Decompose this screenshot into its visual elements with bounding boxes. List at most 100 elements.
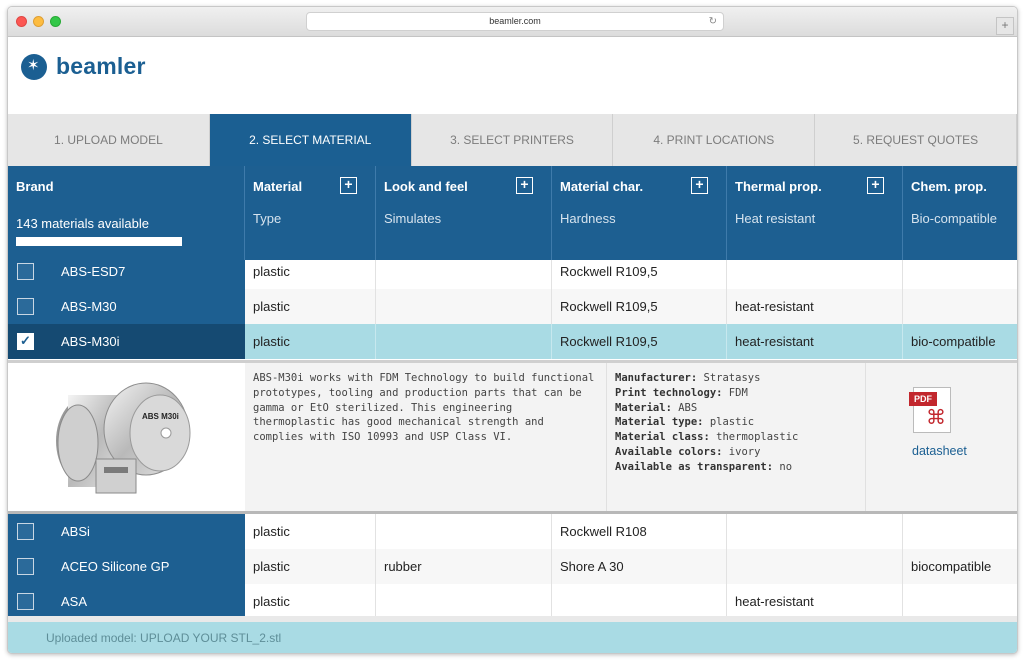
step-select-printers[interactable]: 3. SELECT PRINTERS — [412, 114, 614, 166]
hardness-cell: Shore A 30 — [552, 549, 727, 584]
site-header: beamler — [8, 38, 1017, 114]
char-filter-plus-icon[interactable]: + — [691, 177, 708, 194]
column-thermal-sub: Heat resistant — [735, 211, 816, 226]
heat-cell — [727, 514, 903, 549]
step-select-material[interactable]: 2. SELECT MATERIAL — [209, 114, 412, 166]
hardness-cell: Rockwell R109,5 — [552, 260, 727, 289]
table-header: Brand 143 materials available Material +… — [8, 166, 1017, 260]
brand-name: ABS-M30 — [61, 299, 117, 314]
row-checkbox[interactable] — [17, 298, 34, 315]
column-material-title: Material — [253, 179, 303, 194]
brand-name: ABS-ESD7 — [61, 264, 126, 279]
column-char-title: Material char. — [560, 179, 644, 194]
zoom-window-button[interactable] — [50, 16, 61, 27]
table-row[interactable]: ABSi plastic Rockwell R108 — [8, 514, 1017, 549]
logo-text: beamler — [56, 53, 146, 79]
close-window-button[interactable] — [16, 16, 27, 27]
minimize-window-button[interactable] — [33, 16, 44, 27]
simulates-cell: rubber — [376, 549, 552, 584]
material-detail-panel: ABS M30i ABS-M30i works with FDM Technol… — [8, 360, 1017, 514]
pdf-icon[interactable]: PDF ⌘ — [909, 387, 951, 433]
reload-icon[interactable]: ↻ — [709, 15, 717, 28]
row-checkbox[interactable] — [17, 593, 34, 610]
table-row[interactable]: ABS-ESD7 plastic Rockwell R109,5 — [8, 260, 1017, 289]
type-cell: plastic — [245, 584, 376, 616]
materials-table: ABS-ESD7 plastic Rockwell R109,5 ABS-M30… — [8, 260, 1017, 616]
row-checkbox[interactable] — [17, 558, 34, 575]
browser-window: beamler.com ↻ + beamler 1. UPLOAD MODEL … — [7, 6, 1018, 654]
column-look-sub: Simulates — [384, 211, 442, 226]
datasheet-link[interactable]: datasheet — [912, 444, 967, 458]
brand-name: ACEO Silicone GP — [61, 559, 170, 574]
table-row[interactable]: ASA plastic heat-resistant — [8, 584, 1017, 616]
table-row[interactable]: ACEO Silicone GP plastic rubber Shore A … — [8, 549, 1017, 584]
column-chem-title: Chem. prop. — [911, 179, 987, 194]
spec-label: Material: — [615, 401, 672, 414]
column-material: Material + Type — [245, 166, 376, 260]
simulates-cell — [376, 260, 552, 289]
spec-label: Material class: — [615, 431, 710, 444]
step-tabs: 1. UPLOAD MODEL 2. SELECT MATERIAL 3. SE… — [8, 114, 1017, 166]
type-cell: plastic — [245, 260, 376, 289]
spec-value: ABS — [678, 401, 698, 414]
datasheet-block: PDF ⌘ datasheet — [866, 363, 1017, 511]
step-print-locations[interactable]: 4. PRINT LOCATIONS — [613, 114, 816, 166]
material-specs: Manufacturer: Stratasys Print technology… — [607, 363, 866, 511]
bio-cell — [903, 514, 1017, 549]
spool-illustration: ABS M30i — [56, 382, 191, 494]
upload-status-footer: Uploaded model: UPLOAD YOUR STL_2.stl — [8, 616, 1017, 653]
hardness-cell: Rockwell R109,5 — [552, 324, 727, 359]
column-brand-title: Brand — [16, 179, 54, 194]
materials-count: 143 materials available — [16, 216, 149, 231]
row-checkbox[interactable] — [17, 263, 34, 280]
type-cell: plastic — [245, 324, 376, 359]
table-row[interactable]: ABS-M30 plastic Rockwell R109,5 heat-res… — [8, 289, 1017, 324]
browser-toolbar: beamler.com ↻ + — [8, 7, 1017, 37]
spec-label: Print technology: — [615, 386, 723, 399]
brand-cell: ABS-ESD7 — [8, 260, 245, 289]
url-text: beamler.com — [489, 16, 541, 26]
column-char: Material char. + Hardness — [552, 166, 727, 260]
bio-cell: bio-compatible — [911, 334, 996, 349]
simulates-cell — [376, 514, 552, 549]
brand-cell: ACEO Silicone GP — [8, 549, 245, 584]
spec-label: Material type: — [615, 416, 704, 429]
address-bar[interactable]: beamler.com ↻ — [306, 12, 724, 31]
logo[interactable]: beamler — [21, 53, 146, 80]
brand-cell: ABS-M30 — [8, 289, 245, 324]
brand-cell: ASA — [8, 584, 245, 616]
results-bar — [16, 237, 182, 246]
column-material-sub: Type — [253, 211, 282, 226]
spec-row: Print technology: FDM — [615, 386, 857, 401]
material-spool-image: ABS M30i — [8, 363, 245, 511]
brand-name: ABSi — [61, 524, 90, 539]
step-request-quotes[interactable]: 5. REQUEST QUOTES — [815, 114, 1017, 166]
simulates-cell — [376, 324, 552, 359]
spec-value: plastic — [709, 416, 755, 429]
bio-cell: biocompatible — [911, 559, 992, 574]
spec-value: thermoplastic — [716, 431, 799, 444]
hardness-cell — [552, 584, 727, 616]
material-filter-plus-icon[interactable]: + — [340, 177, 357, 194]
new-tab-button[interactable]: + — [996, 17, 1014, 35]
thermal-filter-plus-icon[interactable]: + — [867, 177, 884, 194]
heat-cell: heat-resistant — [727, 324, 903, 359]
type-cell: plastic — [245, 549, 376, 584]
column-thermal-title: Thermal prop. — [735, 179, 822, 194]
column-look: Look and feel + Simulates — [376, 166, 552, 260]
spec-row: Material: ABS — [615, 401, 857, 416]
spec-row: Material class: thermoplastic — [615, 430, 857, 445]
step-upload-model[interactable]: 1. UPLOAD MODEL — [8, 114, 210, 166]
table-row-selected[interactable]: ✓ ABS-M30i plastic Rockwell R109,5 heat-r… — [8, 324, 1017, 359]
spec-label: Available as transparent: — [615, 460, 774, 473]
column-look-title: Look and feel — [384, 179, 468, 194]
row-checkbox[interactable] — [17, 523, 34, 540]
column-chem-sub: Bio-compatible — [911, 211, 997, 226]
column-brand: Brand 143 materials available — [8, 166, 245, 260]
simulates-cell — [376, 289, 552, 324]
column-chem: Chem. prop. Bio-compatible — [903, 166, 1017, 260]
pdf-tag: PDF — [909, 392, 937, 406]
row-checkbox-checked-icon[interactable]: ✓ — [17, 333, 34, 350]
logo-star-icon — [21, 53, 47, 80]
look-filter-plus-icon[interactable]: + — [516, 177, 533, 194]
